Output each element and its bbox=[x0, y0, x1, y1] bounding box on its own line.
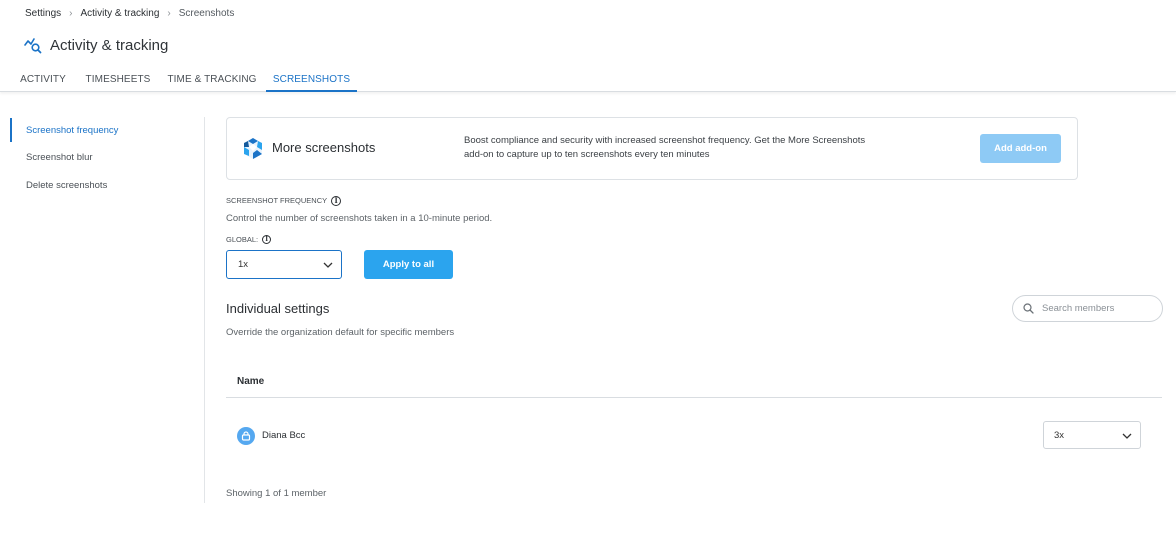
tab-time-tracking[interactable]: TIME & TRACKING bbox=[164, 68, 260, 91]
search-members-input[interactable] bbox=[1042, 303, 1152, 314]
search-icon bbox=[1023, 303, 1034, 314]
page: Settings › Activity & tracking › Screens… bbox=[0, 0, 1176, 539]
tab-timesheets[interactable]: TIMESHEETS bbox=[82, 68, 154, 91]
column-header-name[interactable]: Name bbox=[237, 376, 264, 387]
page-header: Activity & tracking bbox=[24, 34, 168, 56]
activity-tracking-icon bbox=[24, 38, 42, 54]
chevron-right-icon: › bbox=[69, 7, 73, 19]
chevron-down-icon bbox=[1122, 433, 1132, 439]
member-name: Diana Bcc bbox=[262, 430, 306, 441]
user-avatar-icon bbox=[241, 431, 251, 441]
frequency-description: Control the number of screenshots taken … bbox=[226, 213, 493, 224]
sidebar-item-screenshot-frequency[interactable]: Screenshot frequency bbox=[10, 118, 200, 142]
chevron-right-icon: › bbox=[167, 7, 171, 19]
page-title: Activity & tracking bbox=[50, 36, 169, 54]
frequency-label-text: SCREENSHOT FREQUENCY bbox=[226, 196, 328, 205]
banner-description-line2: add-on to capture up to ten screenshots … bbox=[464, 149, 710, 160]
breadcrumb-settings[interactable]: Settings bbox=[25, 8, 61, 19]
more-screenshots-banner: More screenshots Boost compliance and se… bbox=[226, 117, 1078, 180]
table-row: Diana Bcc 3x bbox=[226, 420, 1162, 450]
banner-title: More screenshots bbox=[272, 140, 376, 155]
addon-logo-icon bbox=[244, 138, 262, 159]
tab-activity[interactable]: ACTIVITY bbox=[14, 68, 72, 91]
sidebar-item-screenshot-blur[interactable]: Screenshot blur bbox=[10, 145, 200, 169]
member-count: Showing 1 of 1 member bbox=[226, 488, 327, 499]
member-frequency-select[interactable]: 3x bbox=[1043, 421, 1141, 449]
sidebar-item-delete-screenshots[interactable]: Delete screenshots bbox=[10, 173, 200, 197]
individual-settings-title: Individual settings bbox=[226, 301, 330, 316]
global-frequency-select[interactable]: 1x bbox=[226, 250, 342, 279]
breadcrumb-screenshots: Screenshots bbox=[178, 7, 235, 19]
global-label-text: GLOBAL: bbox=[226, 235, 259, 244]
add-addon-button[interactable]: Add add-on bbox=[980, 134, 1061, 163]
search-members-field[interactable] bbox=[1012, 295, 1163, 322]
apply-to-all-button[interactable]: Apply to all bbox=[364, 250, 453, 279]
breadcrumb: Settings › Activity & tracking › Screens… bbox=[25, 6, 234, 20]
banner-description: Boost compliance and security with incre… bbox=[464, 134, 904, 162]
avatar bbox=[237, 427, 255, 445]
global-frequency-value: 1x bbox=[238, 259, 249, 270]
frequency-section-label: SCREENSHOT FREQUENCY i bbox=[226, 195, 342, 206]
global-label: GLOBAL: i bbox=[226, 234, 272, 245]
individual-settings-description: Override the organization default for sp… bbox=[226, 327, 455, 338]
table-header: Name bbox=[226, 365, 1162, 398]
info-icon[interactable]: i bbox=[262, 235, 272, 244]
banner-description-line1: Boost compliance and security with incre… bbox=[464, 135, 866, 146]
settings-sidebar: Screenshot frequency Screenshot blur Del… bbox=[0, 117, 205, 503]
tab-screenshots[interactable]: SCREENSHOTS bbox=[266, 68, 357, 92]
breadcrumb-activity-tracking[interactable]: Activity & tracking bbox=[80, 8, 159, 19]
chevron-down-icon bbox=[323, 262, 333, 268]
info-icon[interactable]: i bbox=[331, 195, 342, 206]
member-frequency-value: 3x bbox=[1054, 429, 1065, 441]
tab-bar: ACTIVITY TIMESHEETS TIME & TRACKING SCRE… bbox=[0, 68, 1176, 92]
